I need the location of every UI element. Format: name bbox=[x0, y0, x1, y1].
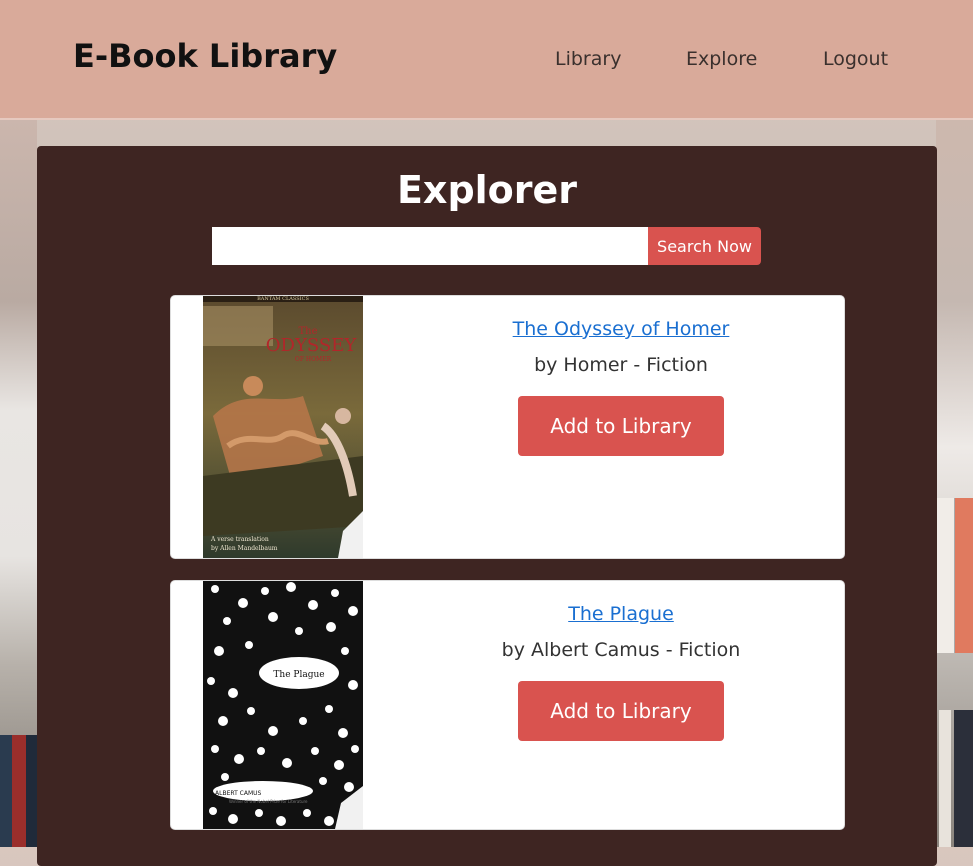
book-spine bbox=[936, 498, 955, 653]
book-info: The Odyssey of Homer by Homer - Fiction … bbox=[471, 296, 771, 456]
cover-title-line2: ODYSSEY bbox=[266, 335, 358, 356]
add-to-library-button[interactable]: Add to Library bbox=[518, 681, 724, 741]
book-title-link[interactable]: The Odyssey of Homer bbox=[471, 318, 771, 340]
brand-title[interactable]: E-Book Library bbox=[73, 37, 337, 75]
page-title: Explorer bbox=[396, 168, 578, 212]
book-info: The Plague by Albert Camus - Fiction Add… bbox=[471, 581, 771, 741]
book-cover-plague: The Plague ALBERT CAMUS Winner of the No… bbox=[203, 581, 363, 829]
book-meta: by Albert Camus - Fiction bbox=[501, 639, 741, 661]
nav-logout-link[interactable]: Logout bbox=[823, 48, 888, 70]
book-cover-odyssey: BANTAM CLASSICS The ODYSSEY OF HOMER A v… bbox=[203, 296, 363, 558]
cover-bottom-line2: by Allen Mandelbaum bbox=[211, 545, 278, 552]
cover-title: The Plague bbox=[273, 670, 324, 680]
book-spine bbox=[939, 710, 951, 847]
book-spine bbox=[954, 710, 973, 847]
search-now-button[interactable]: Search Now bbox=[648, 227, 761, 265]
plague-cover-art: The Plague ALBERT CAMUS Winner of the No… bbox=[203, 581, 363, 829]
book-spine bbox=[12, 735, 26, 847]
cover-subline: Winner of the Nobel Prize for Literature bbox=[229, 799, 308, 804]
search-input[interactable] bbox=[212, 227, 648, 265]
background-shelf-left bbox=[0, 120, 37, 847]
odyssey-cover-art: BANTAM CLASSICS The ODYSSEY OF HOMER A v… bbox=[203, 296, 363, 558]
explorer-panel: Explorer Search Now BANTAM CLASSICS The … bbox=[37, 146, 937, 866]
cover-author: ALBERT CAMUS bbox=[215, 790, 262, 797]
nav-library-link[interactable]: Library bbox=[555, 48, 621, 70]
navbar: E-Book Library Library Explore Logout bbox=[0, 0, 973, 120]
book-spine bbox=[26, 735, 37, 847]
add-to-library-button[interactable]: Add to Library bbox=[518, 396, 724, 456]
cover-title-line3: OF HOMER bbox=[295, 356, 332, 363]
book-title-link[interactable]: The Plague bbox=[471, 603, 771, 625]
book-meta: by Homer - Fiction bbox=[534, 354, 708, 376]
cover-bottom-line1: A verse translation bbox=[210, 536, 269, 543]
cover-series: BANTAM CLASSICS bbox=[257, 296, 309, 302]
background-shelf-right bbox=[936, 120, 973, 847]
book-card: The Plague ALBERT CAMUS Winner of the No… bbox=[170, 580, 845, 830]
book-card: BANTAM CLASSICS The ODYSSEY OF HOMER A v… bbox=[170, 295, 845, 559]
nav-explore-link[interactable]: Explore bbox=[686, 48, 757, 70]
book-spine bbox=[955, 498, 973, 653]
book-spine bbox=[0, 735, 12, 847]
